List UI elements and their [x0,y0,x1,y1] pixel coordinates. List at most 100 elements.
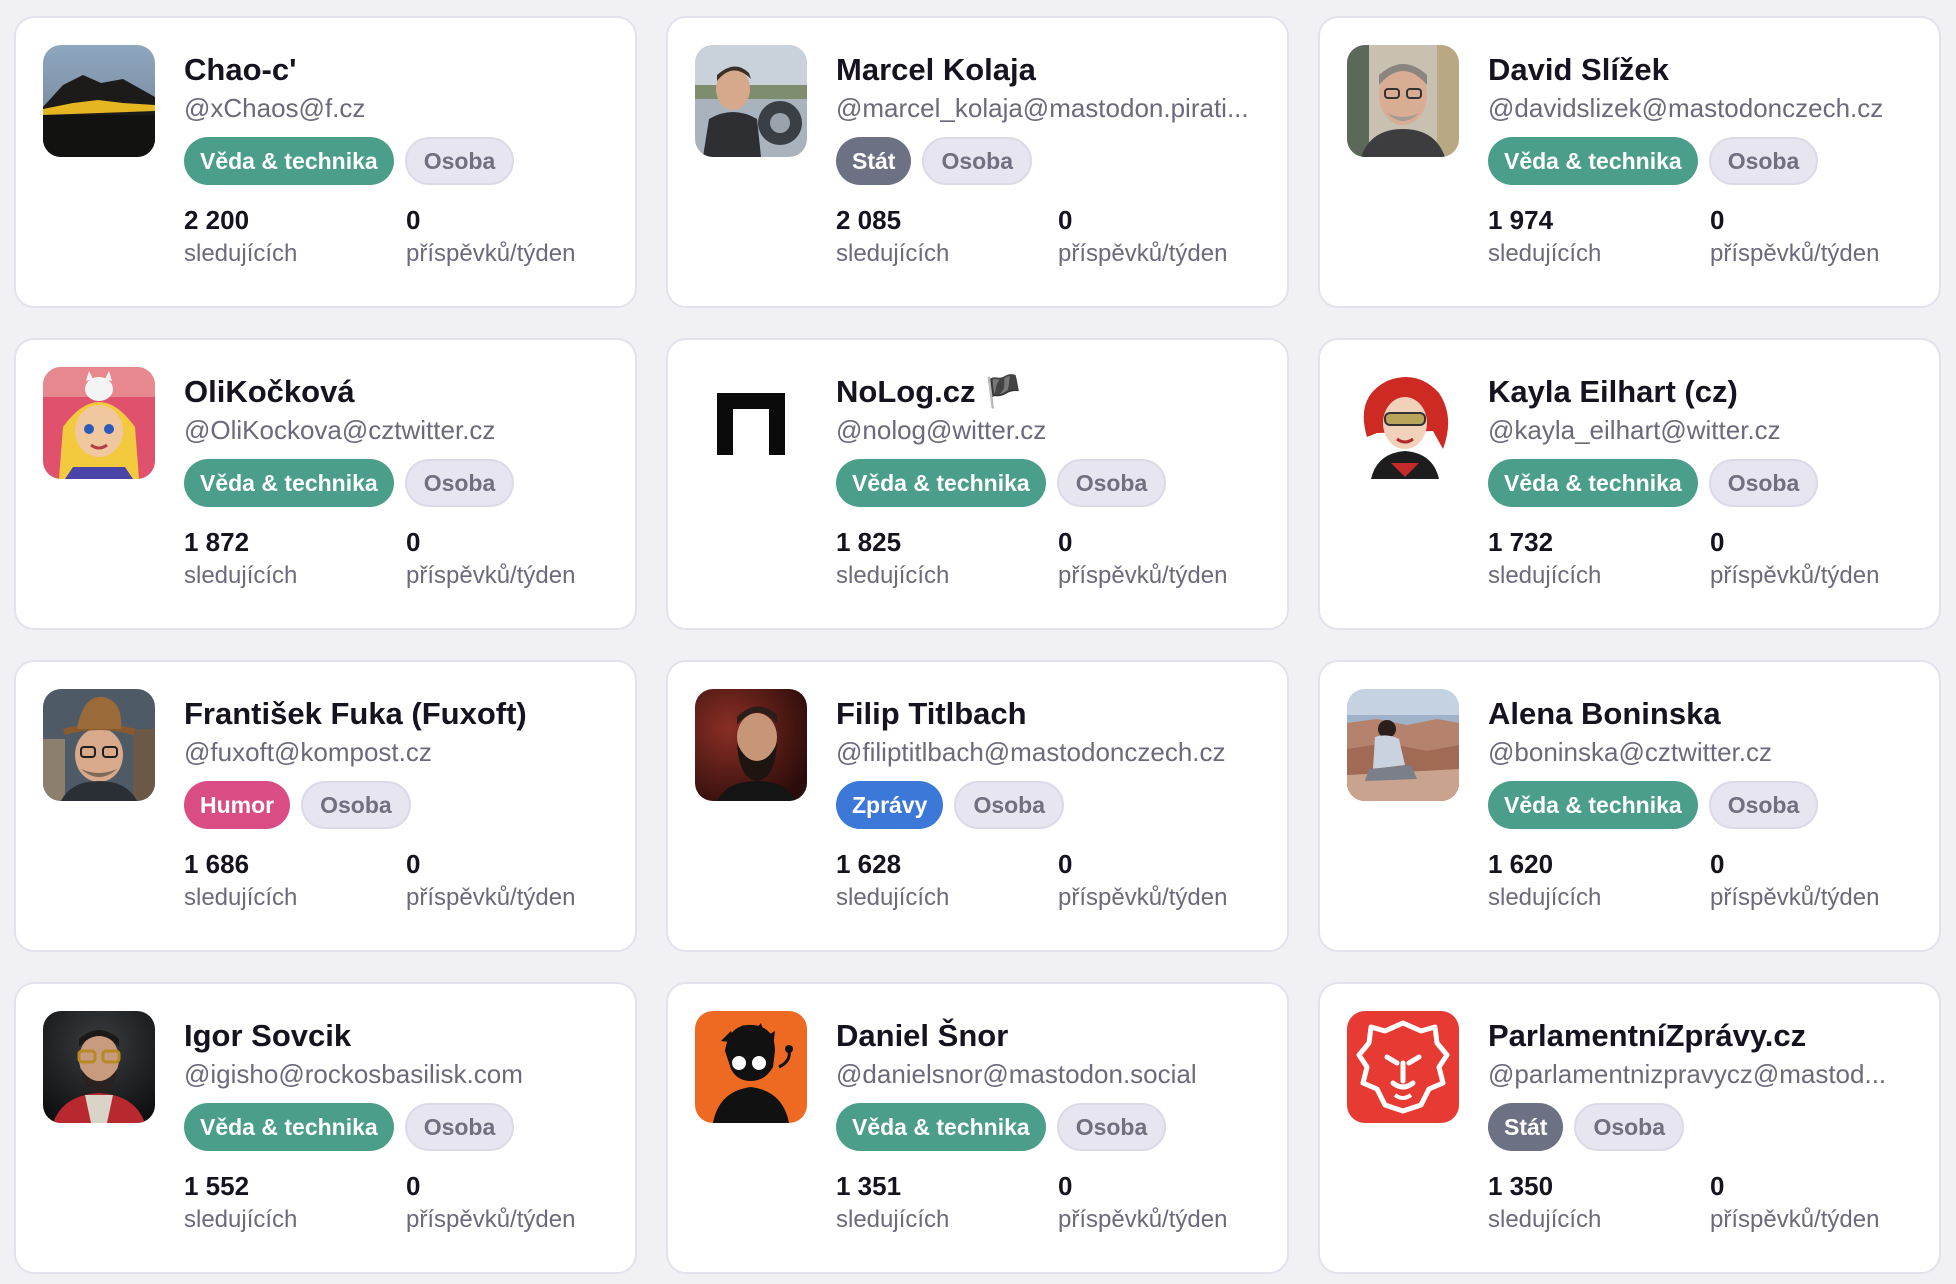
account-card[interactable]: Igor Sovcik @igisho@rockosbasilisk.com V… [14,982,637,1274]
posts-label: příspěvků/týden [406,1206,576,1233]
followers-label: sledujících [184,240,298,267]
account-card[interactable]: OliKočková @OliKockova@cztwitter.cz Věda… [14,338,637,630]
account-card[interactable]: Marcel Kolaja @marcel_kolaja@mastodon.pi… [666,16,1289,308]
category-badge[interactable]: Stát [1488,1103,1564,1151]
type-badge[interactable]: Osoba [1708,459,1819,507]
account-name[interactable]: David Slížek [1488,51,1919,89]
followers-label: sledujících [184,1206,298,1233]
account-card[interactable]: Filip Titlbach @filiptitlbach@mastodoncz… [666,660,1289,952]
account-name[interactable]: Marcel Kolaja [836,51,1267,89]
account-name[interactable]: Chao-c' [184,51,615,89]
nolog-logo-avatar[interactable] [695,367,807,479]
category-badge[interactable]: Zprávy [836,781,944,829]
posts-stat: 0 příspěvků/týden [406,848,575,916]
account-grid: Chao-c' @xChaos@f.cz Věda & technika Oso… [14,16,1941,1274]
posts-stat: 0 příspěvků/týden [406,1170,575,1238]
account-name[interactable]: Daniel Šnor [836,1017,1267,1055]
category-badge[interactable]: Věda & technika [836,459,1046,507]
type-badge[interactable]: Osoba [922,137,1033,185]
posts-count: 0 [406,849,421,879]
posts-label: příspěvků/týden [1058,884,1228,911]
followers-label: sledujících [1488,562,1602,589]
type-badge[interactable]: Osoba [404,1103,515,1151]
landscape-sunset-avatar[interactable] [43,45,155,157]
posts-stat: 0 příspěvků/týden [1710,526,1879,594]
type-badge[interactable]: Osoba [1708,781,1819,829]
followers-label: sledujících [1488,240,1602,267]
account-handle: @marcel_kolaja@mastodon.pirati... [836,93,1249,123]
account-name[interactable]: NoLog.cz 🏴 [836,373,1267,411]
category-badge[interactable]: Stát [836,137,912,185]
account-name[interactable]: František Fuka (Fuxoft) [184,695,615,733]
account-name[interactable]: OliKočková [184,373,615,411]
type-badge[interactable]: Osoba [301,781,411,829]
posts-count: 0 [406,1171,421,1201]
man-hoodie-avatar[interactable] [43,1011,155,1123]
account-card[interactable]: Daniel Šnor @danielsnor@mastodon.social … [666,982,1289,1274]
followers-count: 2 085 [836,205,902,235]
followers-stat: 2 085 sledujících [836,204,949,272]
posts-label: příspěvků/týden [1710,562,1880,589]
followers-count: 1 552 [184,1171,250,1201]
account-name[interactable]: Alena Boninska [1488,695,1919,733]
followers-label: sledujících [1488,884,1602,911]
posts-label: příspěvků/týden [1058,1206,1228,1233]
posts-stat: 0 příspěvků/týden [1058,1170,1227,1238]
category-badge[interactable]: Věda & technika [184,1103,394,1151]
orange-silhouette-avatar[interactable] [695,1011,807,1123]
followers-count: 1 350 [1488,1171,1554,1201]
type-badge[interactable]: Osoba [1056,459,1167,507]
type-badge[interactable]: Osoba [404,459,515,507]
man-motorcycle-avatar[interactable] [695,45,807,157]
category-badge[interactable]: Věda & technika [1488,459,1698,507]
posts-stat: 0 příspěvků/týden [1710,204,1879,272]
posts-label: příspěvků/týden [406,240,576,267]
posts-count: 0 [1058,527,1073,557]
account-card[interactable]: Alena Boninska @boninska@cztwitter.cz Vě… [1318,660,1941,952]
followers-stat: 1 350 sledujících [1488,1170,1601,1238]
account-name[interactable]: ParlamentníZprávy.cz [1488,1017,1919,1055]
bearded-man-avatar[interactable] [695,689,807,801]
man-glasses-avatar[interactable] [1347,45,1459,157]
type-badge[interactable]: Osoba [954,781,1065,829]
category-badge[interactable]: Věda & technika [184,137,394,185]
type-badge[interactable]: Osoba [1574,1103,1685,1151]
account-card[interactable]: David Slížek @davidslizek@mastodonczech.… [1318,16,1941,308]
account-card[interactable]: František Fuka (Fuxoft) @fuxoft@kompost.… [14,660,637,952]
posts-count: 0 [1058,849,1073,879]
posts-stat: 0 příspěvků/týden [1058,526,1227,594]
category-badge[interactable]: Věda & technika [1488,781,1698,829]
account-handle: @parlamentnizpravycz@mastod... [1488,1059,1887,1089]
lion-logo-avatar[interactable] [1347,1011,1459,1123]
type-badge[interactable]: Osoba [1056,1103,1167,1151]
woman-canyon-avatar[interactable] [1347,689,1459,801]
posts-count: 0 [1710,1171,1725,1201]
followers-label: sledujících [1488,1206,1602,1233]
girl-cat-illustration-avatar[interactable] [43,367,155,479]
account-handle: @boninska@cztwitter.cz [1488,737,1772,767]
followers-count: 1 974 [1488,205,1554,235]
account-card[interactable]: ParlamentníZprávy.cz @parlamentnizpravyc… [1318,982,1941,1274]
account-name[interactable]: Igor Sovcik [184,1017,615,1055]
type-badge[interactable]: Osoba [404,137,515,185]
category-badge[interactable]: Věda & technika [836,1103,1046,1151]
red-hair-cartoon-avatar[interactable] [1347,367,1459,479]
account-card[interactable]: Kayla Eilhart (cz) @kayla_eilhart@witter… [1318,338,1941,630]
type-badge[interactable]: Osoba [1708,137,1819,185]
account-name[interactable]: Filip Titlbach [836,695,1267,733]
posts-count: 0 [1710,205,1725,235]
posts-stat: 0 příspěvků/týden [406,526,575,594]
account-card[interactable]: NoLog.cz 🏴 @nolog@witter.cz Věda & techn… [666,338,1289,630]
category-badge[interactable]: Humor [184,781,291,829]
followers-count: 1 620 [1488,849,1554,879]
category-badge[interactable]: Věda & technika [1488,137,1698,185]
category-badge[interactable]: Věda & technika [184,459,394,507]
account-name[interactable]: Kayla Eilhart (cz) [1488,373,1919,411]
man-hat-avatar[interactable] [43,689,155,801]
account-card[interactable]: Chao-c' @xChaos@f.cz Věda & technika Oso… [14,16,637,308]
posts-label: příspěvků/týden [1058,240,1228,267]
account-handle: @nolog@witter.cz [836,415,1047,445]
posts-label: příspěvků/týden [1710,240,1880,267]
account-handle: @igisho@rockosbasilisk.com [184,1059,523,1089]
followers-label: sledujících [836,240,950,267]
